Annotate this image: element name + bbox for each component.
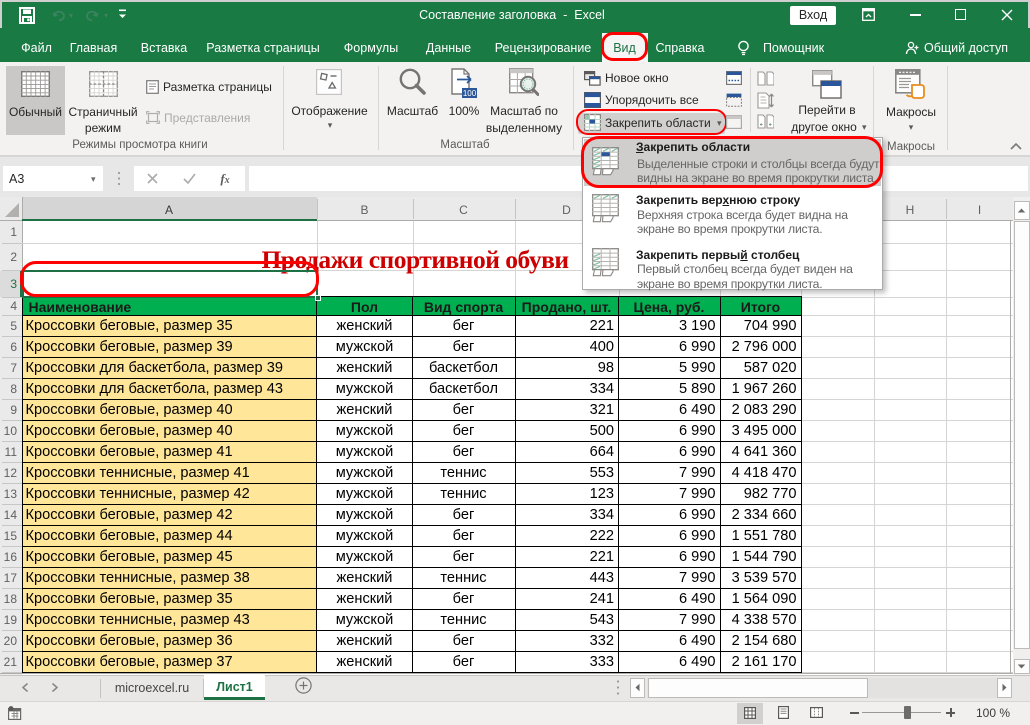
svg-text:100: 100 [463,89,477,98]
